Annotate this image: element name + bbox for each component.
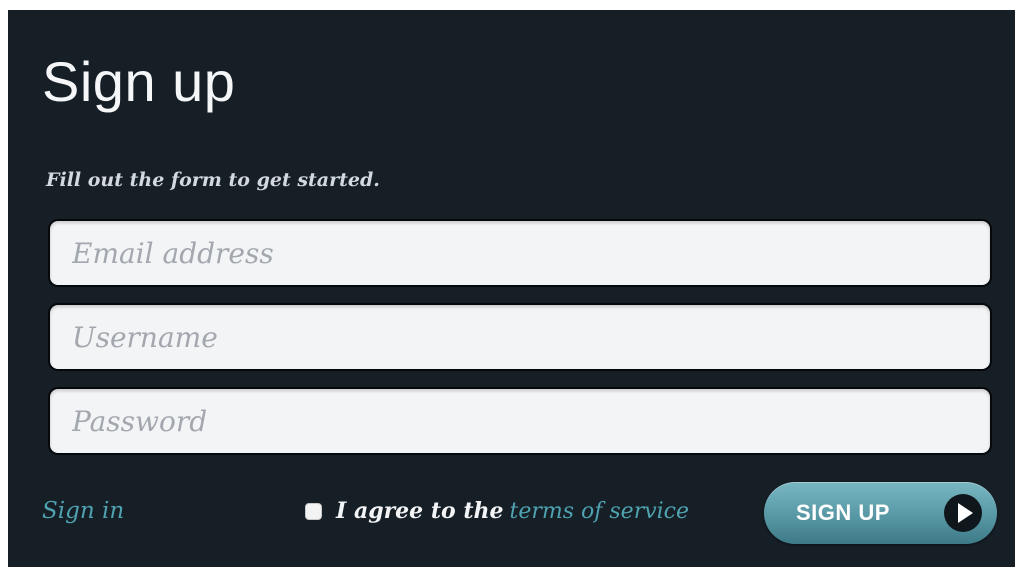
terms-agreement: I agree to the terms of service (305, 496, 689, 526)
agree-checkbox[interactable] (305, 502, 322, 520)
username-field[interactable] (48, 303, 992, 371)
agree-label: I agree to the (336, 498, 504, 524)
sign-in-link[interactable]: Sign in (42, 496, 124, 526)
page-title: Sign up (42, 50, 236, 113)
password-field[interactable] (48, 387, 992, 455)
sign-up-button-label: SIGN UP (796, 500, 890, 525)
terms-of-service-link[interactable]: terms of service (509, 499, 689, 524)
form-subtitle: Fill out the form to get started. (46, 169, 380, 191)
signup-panel: Sign up Fill out the form to get started… (8, 10, 1015, 567)
play-circle-icon (944, 494, 982, 532)
email-field[interactable] (48, 219, 992, 287)
sign-up-button[interactable]: SIGN UP (764, 482, 997, 544)
